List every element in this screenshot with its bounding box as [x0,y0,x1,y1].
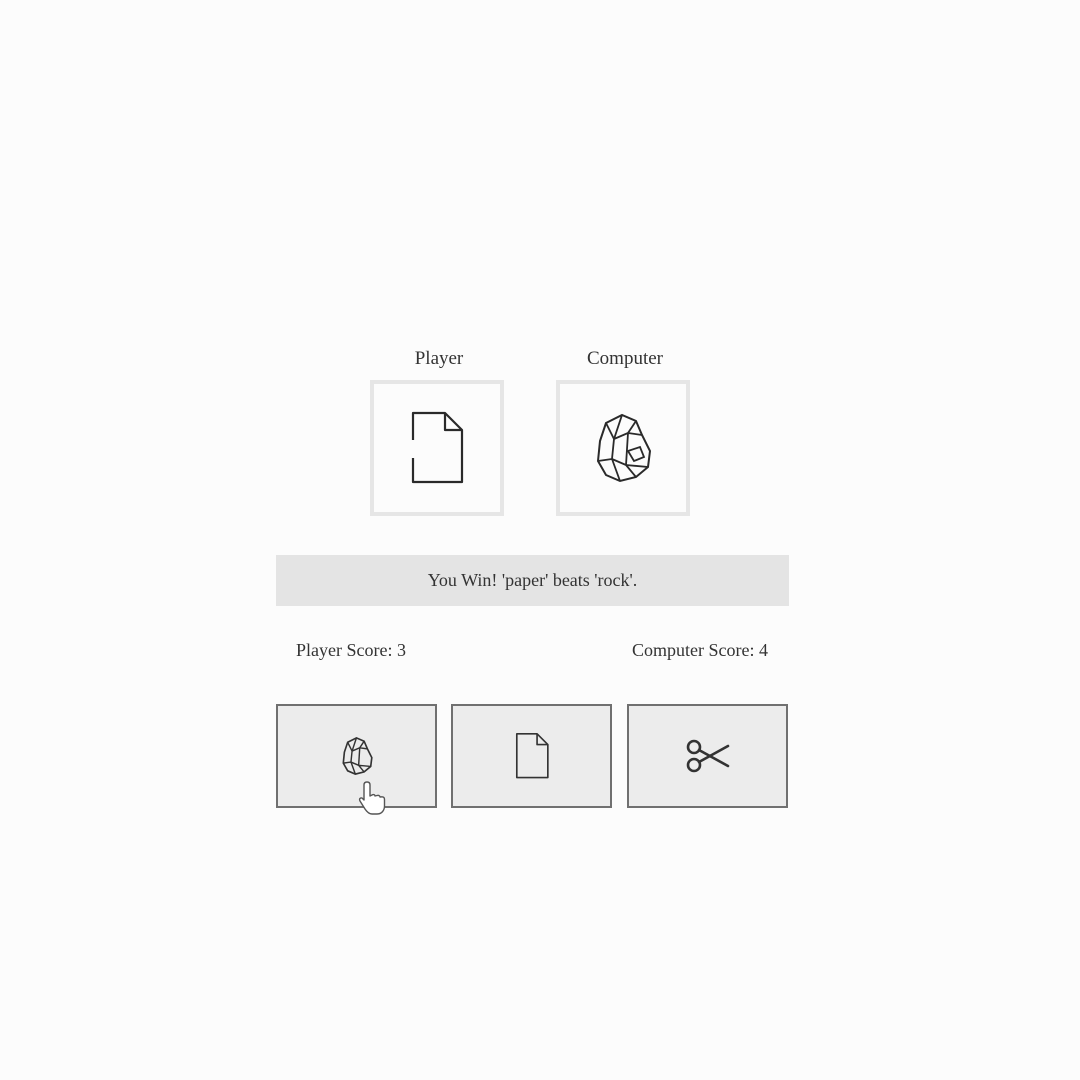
rock-button[interactable] [276,704,437,808]
result-message: You Win! 'paper' beats 'rock'. [427,570,638,590]
scissors-icon [686,739,729,773]
computer-score: Computer Score: 4 [632,640,768,660]
rock-icon [596,413,652,483]
computer-hand-display [556,380,690,516]
result-message-bar: You Win! 'paper' beats 'rock'. [276,555,789,606]
player-score: Player Score: 3 [296,640,406,660]
rock-icon [341,736,373,775]
computer-label: Computer [587,348,663,369]
paper-icon [411,411,464,484]
player-label: Player [414,348,464,369]
paper-icon [515,733,549,779]
paper-button[interactable] [451,704,612,808]
player-hand-display [370,380,504,516]
scissors-button[interactable] [627,704,788,808]
